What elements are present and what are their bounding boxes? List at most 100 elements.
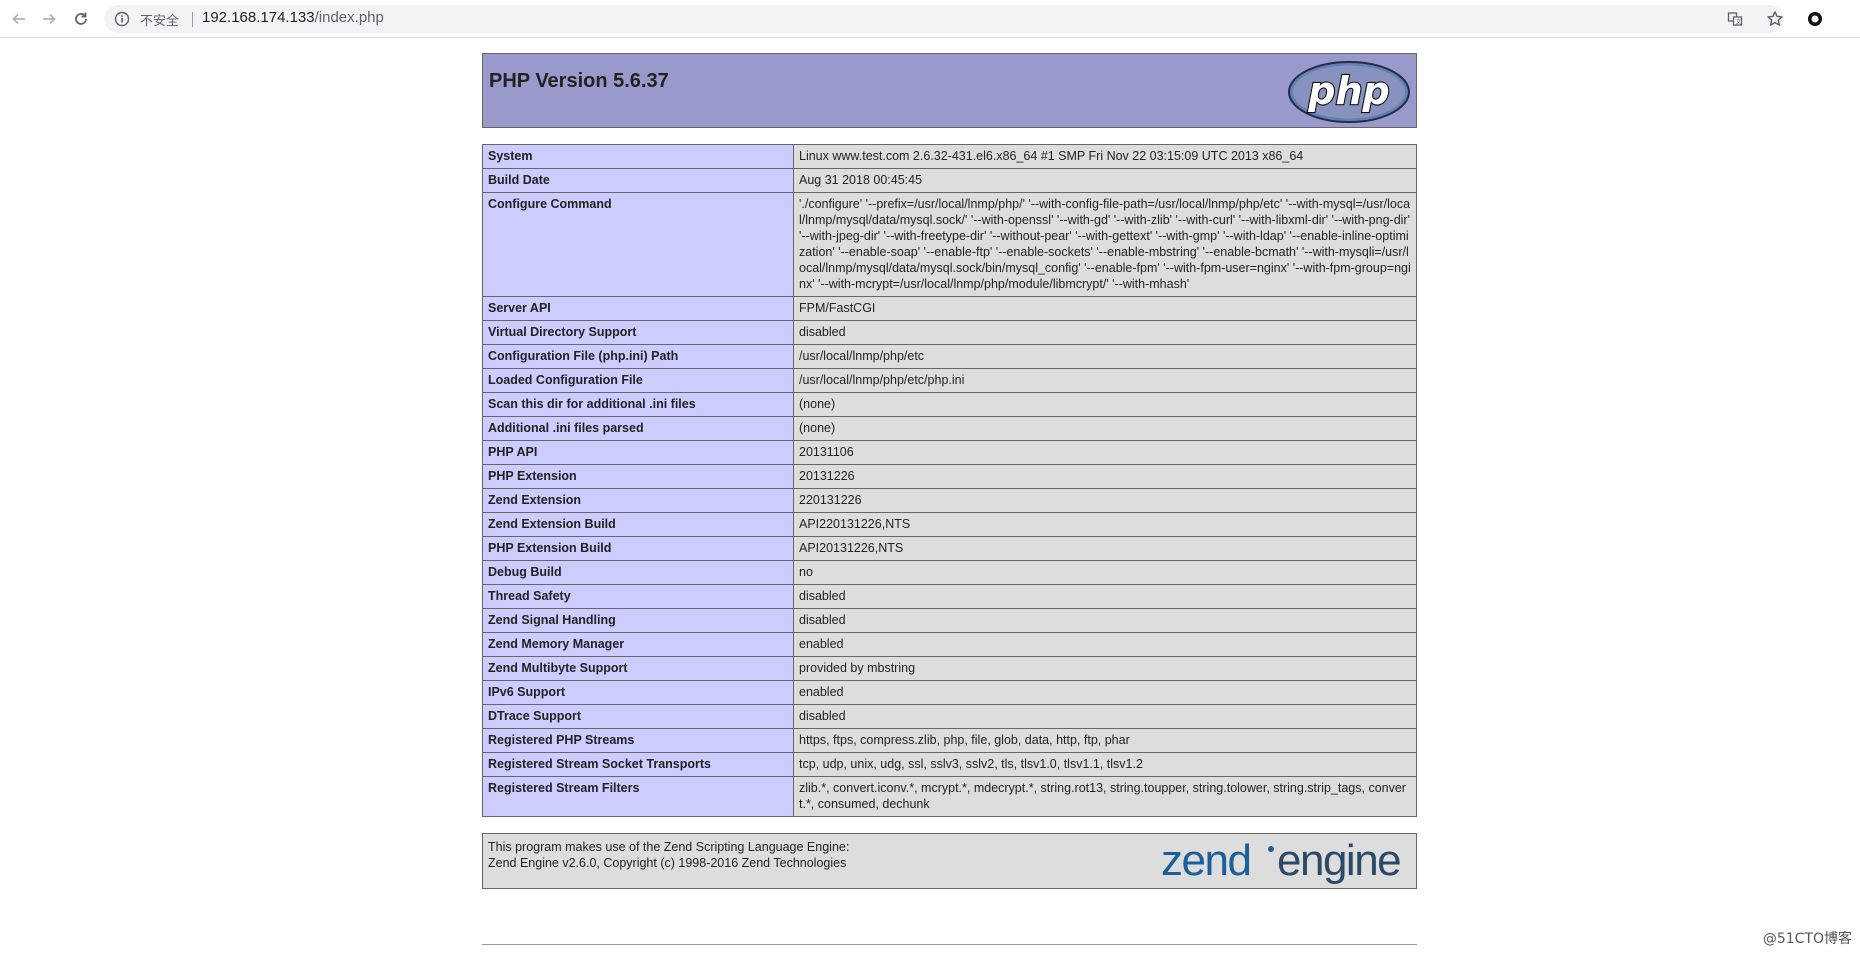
row-value: API220131226,NTS bbox=[793, 512, 1417, 537]
row-key: Loaded Configuration File bbox=[482, 368, 794, 393]
row-value: (none) bbox=[793, 416, 1417, 441]
row-key: Registered PHP Streams bbox=[482, 728, 794, 753]
table-row: Configure Command './configure' '--prefix… bbox=[482, 192, 1417, 297]
table-row: Registered Stream Socket Transports tcp, … bbox=[482, 752, 1417, 777]
table-row: System Linux www.test.com 2.6.32-431.el6.… bbox=[482, 144, 1417, 169]
svg-text:engine: engine bbox=[1277, 837, 1400, 885]
url-text[interactable]: 192.168.174.133/index.php bbox=[202, 9, 384, 26]
row-key: Build Date bbox=[482, 168, 794, 193]
row-value: Aug 31 2018 00:45:45 bbox=[793, 168, 1417, 193]
star-icon[interactable] bbox=[1764, 8, 1786, 30]
row-value: 220131226 bbox=[793, 488, 1417, 513]
table-row: Build Date Aug 31 2018 00:45:45 bbox=[482, 168, 1417, 193]
table-row: Zend Memory Manager enabled bbox=[482, 632, 1417, 657]
row-key: Server API bbox=[482, 296, 794, 321]
row-key: IPv6 Support bbox=[482, 680, 794, 705]
table-row: Zend Extension 220131226 bbox=[482, 488, 1417, 513]
row-value: API20131226,NTS bbox=[793, 536, 1417, 561]
account-icon[interactable] bbox=[1804, 8, 1826, 30]
row-key: Zend Memory Manager bbox=[482, 632, 794, 657]
row-value: no bbox=[793, 560, 1417, 585]
row-value: enabled bbox=[793, 680, 1417, 705]
zend-engine-logo[interactable]: zend engine bbox=[1161, 836, 1411, 888]
row-value: 20131106 bbox=[793, 440, 1417, 465]
row-key: Registered Stream Socket Transports bbox=[482, 752, 794, 777]
back-arrow-icon[interactable] bbox=[8, 8, 30, 30]
row-value: https, ftps, compress.zlib, php, file, g… bbox=[793, 728, 1417, 753]
row-value: disabled bbox=[793, 320, 1417, 345]
row-value: disabled bbox=[793, 704, 1417, 729]
page-title: PHP Version 5.6.37 bbox=[489, 70, 669, 92]
table-row: Zend Multibyte Support provided by mbstri… bbox=[482, 656, 1417, 681]
translate-icon[interactable]: 文 bbox=[1724, 8, 1746, 30]
row-key: Zend Extension bbox=[482, 488, 794, 513]
table-row: Scan this dir for additional .ini files(… bbox=[482, 392, 1417, 417]
browser-toolbar: 不安全 192.168.174.133/index.php 文 bbox=[0, 0, 1860, 38]
table-row: Configuration File (php.ini) Path/usr/lo… bbox=[482, 344, 1417, 369]
phpinfo-page: PHP Version 5.6.37 php System Linux www.t… bbox=[482, 53, 1417, 889]
table-row: IPv6 Support enabled bbox=[482, 680, 1417, 705]
row-key: Configuration File (php.ini) Path bbox=[482, 344, 794, 369]
table-row: Debug Build no bbox=[482, 560, 1417, 585]
row-value: /usr/local/lnmp/php/etc bbox=[793, 344, 1417, 369]
row-key: Zend Extension Build bbox=[482, 512, 794, 537]
table-row: Zend Signal Handling disabled bbox=[482, 608, 1417, 633]
separator bbox=[192, 12, 193, 27]
table-row: Registered PHP Streams https, ftps, compr… bbox=[482, 728, 1417, 753]
row-value: disabled bbox=[793, 584, 1417, 609]
svg-text:php: php bbox=[1307, 69, 1389, 113]
php-version-header: PHP Version 5.6.37 php bbox=[482, 53, 1417, 128]
row-key: Registered Stream Filters bbox=[482, 776, 794, 817]
row-key: PHP Extension bbox=[482, 464, 794, 489]
watermark: @51CTO博客 bbox=[1762, 931, 1852, 947]
footer-line-2: Zend Engine v2.6.0, Copyright (c) 1998-2… bbox=[488, 856, 847, 870]
table-row: Additional .ini files parsed (none) bbox=[482, 416, 1417, 441]
row-value: Linux www.test.com 2.6.32-431.el6.x86_64… bbox=[793, 144, 1417, 169]
zend-footer: This program makes use of the Zend Scrip… bbox=[482, 833, 1417, 889]
row-key: Thread Safety bbox=[482, 584, 794, 609]
row-key: Zend Signal Handling bbox=[482, 608, 794, 633]
url-host: 192.168.174.133 bbox=[202, 9, 315, 26]
info-table: System Linux www.test.com 2.6.32-431.el6.… bbox=[482, 144, 1417, 817]
row-value: (none) bbox=[793, 392, 1417, 417]
svg-text:文: 文 bbox=[1736, 18, 1742, 26]
row-key: Configure Command bbox=[482, 192, 794, 297]
row-value: /usr/local/lnmp/php/etc/php.ini bbox=[793, 368, 1417, 393]
row-key: Scan this dir for additional .ini files bbox=[482, 392, 794, 417]
row-key: Debug Build bbox=[482, 560, 794, 585]
table-row: Thread Safety disabled bbox=[482, 584, 1417, 609]
row-value: zlib.*, convert.iconv.*, mcrypt.*, mdecr… bbox=[793, 776, 1417, 817]
row-value: FPM/FastCGI bbox=[793, 296, 1417, 321]
url-path: /index.php bbox=[314, 9, 384, 26]
table-row: PHP API 20131106 bbox=[482, 440, 1417, 465]
row-key: PHP Extension Build bbox=[482, 536, 794, 561]
row-key: DTrace Support bbox=[482, 704, 794, 729]
row-value: enabled bbox=[793, 632, 1417, 657]
security-label[interactable]: 不安全 bbox=[140, 10, 179, 29]
table-row: Zend Extension Build API220131226,NTS bbox=[482, 512, 1417, 537]
row-value: tcp, udp, unix, udg, ssl, sslv3, sslv2, … bbox=[793, 752, 1417, 777]
row-key: System bbox=[482, 144, 794, 169]
row-value: 20131226 bbox=[793, 464, 1417, 489]
row-value: './configure' '--prefix=/usr/local/lnmp/… bbox=[793, 192, 1417, 297]
address-bar[interactable]: 不安全 192.168.174.133/index.php bbox=[104, 5, 1784, 33]
table-row: Server API FPM/FastCGI bbox=[482, 296, 1417, 321]
row-key: Virtual Directory Support bbox=[482, 320, 794, 345]
forward-arrow-icon[interactable] bbox=[38, 8, 60, 30]
bottom-rule bbox=[482, 944, 1417, 945]
table-row: PHP Extension 20131226 bbox=[482, 464, 1417, 489]
php-logo[interactable]: php bbox=[1287, 60, 1411, 128]
svg-text:zend: zend bbox=[1161, 837, 1250, 885]
table-row: Virtual Directory Support disabled bbox=[482, 320, 1417, 345]
footer-line-1: This program makes use of the Zend Scrip… bbox=[488, 840, 850, 854]
table-row: Loaded Configuration File/usr/local/lnmp… bbox=[482, 368, 1417, 393]
row-value: provided by mbstring bbox=[793, 656, 1417, 681]
row-key: PHP API bbox=[482, 440, 794, 465]
row-value: disabled bbox=[793, 608, 1417, 633]
row-key: Additional .ini files parsed bbox=[482, 416, 794, 441]
table-row: Registered Stream Filters zlib.*, convert… bbox=[482, 776, 1417, 817]
row-key: Zend Multibyte Support bbox=[482, 656, 794, 681]
table-row: DTrace Support disabled bbox=[482, 704, 1417, 729]
reload-icon[interactable] bbox=[70, 8, 92, 30]
info-icon[interactable] bbox=[114, 11, 130, 27]
